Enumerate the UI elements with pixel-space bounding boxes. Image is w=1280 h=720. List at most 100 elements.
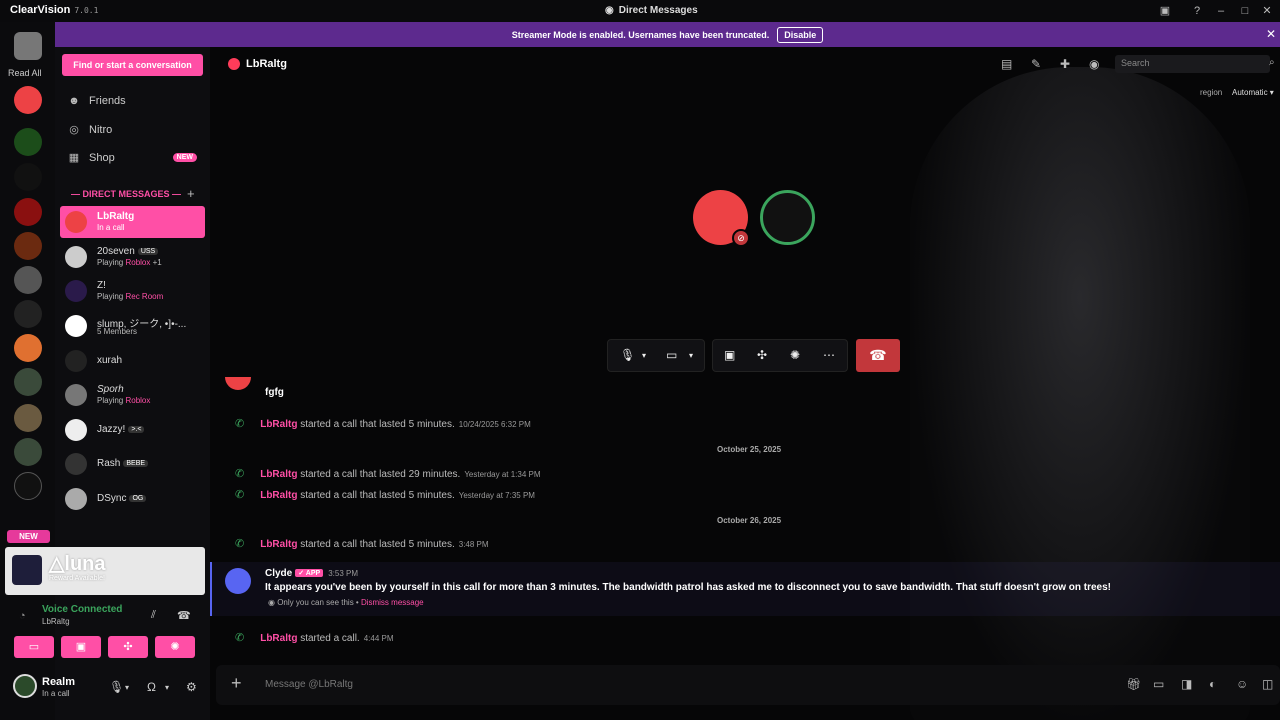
- dm-item[interactable]: xurah: [60, 345, 205, 377]
- activities-icon[interactable]: ✣: [757, 348, 767, 362]
- server-icon[interactable]: [14, 368, 42, 396]
- clyde-message: Clyde ✓ APP 3:53 PM It appears you've been…: [210, 562, 1280, 616]
- disconnect-icon[interactable]: ☎: [177, 609, 191, 622]
- dm-item[interactable]: LbRaltg In a call: [60, 206, 205, 238]
- gif-icon[interactable]: ▭: [1153, 677, 1164, 691]
- server-icon[interactable]: [14, 300, 42, 328]
- message-input[interactable]: Message @LbRaltg: [265, 679, 353, 690]
- home-discord-icon[interactable]: [14, 86, 42, 114]
- noise-suppression-icon[interactable]: ⫽: [151, 609, 156, 622]
- camera-off-icon[interactable]: ▭: [666, 348, 677, 362]
- nav-nitro[interactable]: ◎ Nitro: [67, 123, 197, 137]
- call-participant-avatar[interactable]: [760, 190, 815, 245]
- gift-icon[interactable]: 🎁︎: [1126, 677, 1141, 691]
- soundboard-icon[interactable]: ◫: [1262, 677, 1273, 691]
- camera-button[interactable]: ▭: [14, 636, 54, 658]
- microphone-icon[interactable]: 🎙︎: [109, 680, 124, 694]
- server-icon[interactable]: [14, 472, 42, 500]
- read-all-icon[interactable]: [14, 32, 42, 60]
- soundboard-icon[interactable]: ✺: [790, 348, 800, 362]
- server-icon[interactable]: [14, 128, 42, 156]
- microphone-icon[interactable]: 🎙︎: [620, 348, 635, 362]
- ephemeral-note: ◉ Only you can see this • Dismiss messag…: [268, 598, 424, 607]
- server-icon[interactable]: [14, 404, 42, 432]
- user-name[interactable]: Realm: [42, 676, 75, 688]
- muted-icon: ⊘: [732, 229, 750, 247]
- dm-status: 5 Members: [97, 327, 138, 336]
- message-text: fgfg: [265, 387, 284, 398]
- server-icon[interactable]: [14, 266, 42, 294]
- voice-status[interactable]: Voice Connected: [42, 604, 122, 615]
- search-input[interactable]: Search: [1115, 55, 1270, 73]
- add-friends-icon[interactable]: ✚: [1060, 57, 1070, 71]
- server-icon[interactable]: [14, 163, 42, 191]
- activities-button[interactable]: ✣: [108, 636, 148, 658]
- nav-label: Friends: [89, 95, 126, 107]
- streamer-mode-banner: Streamer Mode is enabled. Usernames have…: [55, 22, 1280, 47]
- avatar: [225, 377, 251, 390]
- maximize-button[interactable]: □: [1236, 3, 1254, 19]
- user-profile-icon[interactable]: ◉: [1089, 57, 1099, 71]
- close-banner-icon[interactable]: ✕: [1266, 27, 1276, 41]
- avatar: [65, 280, 87, 302]
- dm-item[interactable]: Rash BEBE: [60, 448, 205, 480]
- more-options-icon[interactable]: ⋯: [823, 348, 835, 362]
- hang-up-icon: ☎: [869, 347, 887, 363]
- chevron-down-icon[interactable]: ▾: [165, 683, 169, 692]
- sticker-icon[interactable]: ◨: [1181, 677, 1192, 691]
- minimize-button[interactable]: –: [1212, 3, 1230, 19]
- create-dm-icon[interactable]: +: [187, 186, 195, 201]
- nav-friends[interactable]: ☻ Friends: [67, 95, 197, 107]
- attach-plus-icon[interactable]: +: [231, 673, 242, 694]
- server-icon[interactable]: [14, 198, 42, 226]
- group-avatar: [65, 315, 87, 337]
- luna-reward-card[interactable]: △luna Reward Available!: [5, 547, 205, 595]
- server-icon[interactable]: [14, 232, 42, 260]
- find-conversation-button[interactable]: Find or start a conversation: [62, 54, 203, 76]
- dm-name: 20seven USS: [97, 246, 159, 257]
- settings-gear-icon[interactable]: ⚙: [186, 680, 197, 694]
- dm-status: Playing Roblox: [97, 396, 151, 405]
- disable-streamer-mode-button[interactable]: Disable: [777, 26, 824, 43]
- dismiss-message-link[interactable]: Dismiss message: [361, 598, 424, 607]
- screen-share-icon[interactable]: ▣: [724, 348, 735, 362]
- search-icon[interactable]: ⌕: [1269, 57, 1275, 68]
- pin-icon[interactable]: ✎: [1031, 57, 1041, 71]
- dm-item[interactable]: Sporh Playing Roblox: [60, 379, 205, 411]
- date-divider: October 26, 2025: [717, 516, 782, 525]
- new-badge: NEW: [7, 530, 50, 543]
- server-icon[interactable]: [14, 438, 42, 466]
- threads-icon[interactable]: ▤: [1001, 57, 1012, 71]
- connection-icon[interactable]: ◔: [19, 610, 26, 622]
- call-participant-avatar[interactable]: ⊘: [693, 190, 750, 247]
- inbox-icon[interactable]: ▣: [1156, 3, 1174, 19]
- dm-item[interactable]: 20seven USS Playing Roblox +1: [60, 241, 205, 273]
- region-dropdown[interactable]: Automatic ▾: [1232, 88, 1274, 97]
- chevron-down-icon[interactable]: ▾: [689, 351, 693, 360]
- eye-icon: ◉: [268, 598, 278, 607]
- av-controls: 🎙︎ ▾ ▭ ▾: [607, 339, 705, 372]
- close-window-button[interactable]: ✕: [1258, 3, 1276, 19]
- dm-name: LbRaltg: [97, 211, 135, 222]
- dm-item[interactable]: Jazzy! >.<: [60, 414, 205, 446]
- soundboard-button[interactable]: ✺: [155, 636, 195, 658]
- screen-share-button[interactable]: ▣: [61, 636, 101, 658]
- phone-icon: ✆: [235, 489, 245, 501]
- end-call-button[interactable]: ☎: [856, 339, 900, 372]
- emoji-icon[interactable]: ☺: [1236, 677, 1248, 691]
- help-icon[interactable]: ?: [1188, 3, 1206, 19]
- headphones-icon[interactable]: Ω: [147, 680, 156, 694]
- dm-item[interactable]: DSync OG: [60, 483, 205, 515]
- dm-item[interactable]: Z! Playing Rec Room: [60, 275, 205, 307]
- dm-item[interactable]: slump, ジーク, •]•-... 5 Members: [60, 310, 205, 342]
- chevron-down-icon[interactable]: ▾: [642, 351, 646, 360]
- avatar: [65, 488, 87, 510]
- user-avatar[interactable]: [13, 674, 37, 698]
- read-all-label[interactable]: Read All: [8, 68, 42, 78]
- apps-icon[interactable]: ◐: [1209, 677, 1216, 691]
- nav-shop[interactable]: ▦ Shop NEW: [67, 151, 197, 164]
- server-icon[interactable]: [14, 334, 42, 362]
- phone-icon: ✆: [235, 418, 245, 430]
- app-name: ClearVision 7.0.1: [10, 4, 99, 16]
- chevron-down-icon[interactable]: ▾: [125, 683, 129, 692]
